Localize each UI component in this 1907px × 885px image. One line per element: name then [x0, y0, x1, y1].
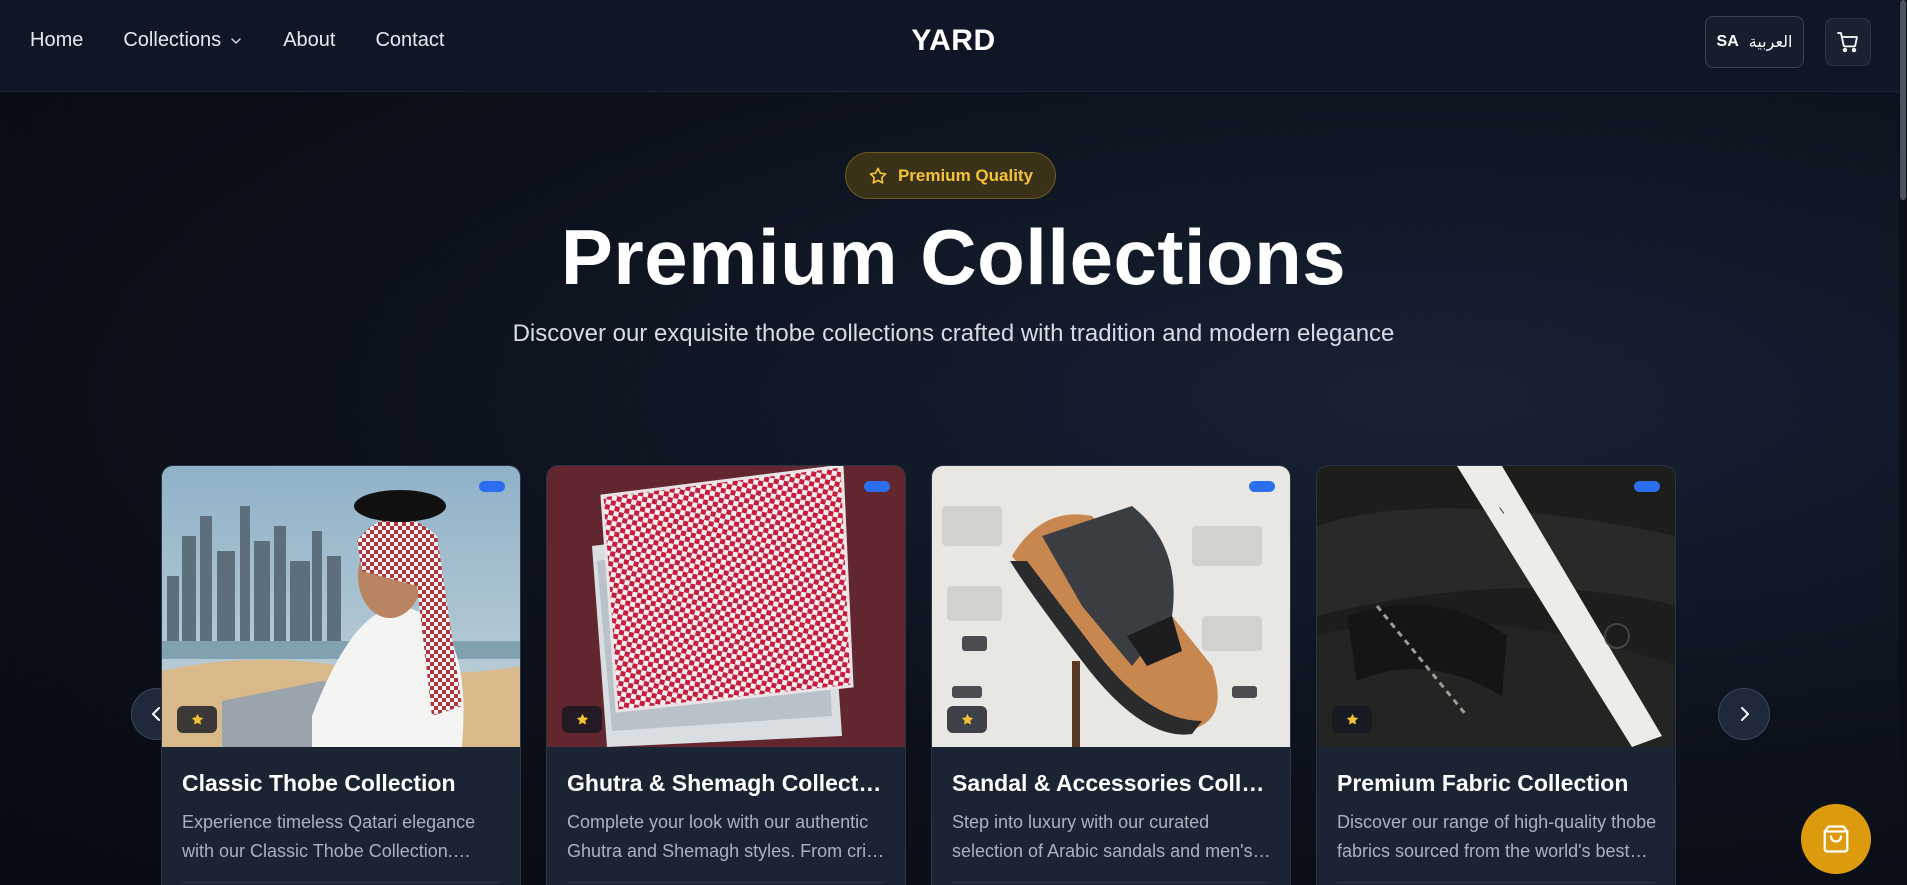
card-status-pill: [864, 481, 890, 492]
card-title: Sandal & Accessories Collection: [952, 770, 1272, 796]
nav-home-label: Home: [30, 29, 84, 51]
main-nav: Home Collections About Contact: [30, 29, 484, 52]
nav-contact-label: Contact: [375, 29, 445, 51]
card-image-thobe: [162, 466, 520, 747]
card-description: Discover our range of high-quality thobe…: [1337, 812, 1657, 861]
card-image-sandal: [932, 466, 1290, 747]
card-title: Classic Thobe Collection: [182, 770, 456, 796]
card-description: Complete your look with our authentic Gh…: [567, 812, 886, 861]
collection-card[interactable]: Classic Thobe Collection Experience time…: [161, 465, 521, 885]
card-description: Step into luxury with our curated select…: [952, 812, 1253, 861]
card-title: Ghutra & Shemagh Collection: [567, 770, 887, 796]
site-header: Home Collections About Contact YARD SA ا…: [0, 0, 1907, 92]
card-divider: [567, 882, 885, 883]
card-divider: [1337, 882, 1655, 883]
chevron-down-icon: [231, 37, 241, 44]
star-icon: [1346, 713, 1358, 725]
nav-home[interactable]: Home: [30, 29, 83, 52]
nav-collections[interactable]: Collections: [123, 29, 243, 52]
nav-contact[interactable]: Contact: [375, 29, 444, 52]
star-outline-icon: [869, 167, 887, 184]
featured-badge: [1332, 706, 1372, 733]
card-divider: [182, 882, 500, 883]
card-image-shemagh: [547, 466, 905, 747]
collection-card[interactable]: Ghutra & Shemagh Collection Complete you…: [546, 465, 906, 885]
cart-button[interactable]: [1825, 18, 1871, 66]
page-title: Premium Collections: [560, 213, 1347, 301]
chevron-right-icon: [1741, 707, 1749, 721]
card-title: Premium Fabric Collection: [1337, 770, 1629, 796]
premium-quality-badge: Premium Quality: [845, 152, 1056, 199]
shopping-bag-icon: [1823, 825, 1849, 853]
star-icon: [191, 713, 203, 725]
star-icon: [576, 713, 588, 725]
language-toggle-button[interactable]: SA العربية: [1705, 16, 1804, 68]
nav-about[interactable]: About: [283, 29, 335, 52]
scrollbar-thumb[interactable]: [1900, 0, 1906, 200]
language-code: SA: [1716, 33, 1739, 50]
card-image-fabric: _: [1317, 466, 1675, 747]
language-label: العربية: [1748, 34, 1793, 51]
collection-card[interactable]: _ Premium Fabric Collection Discover our…: [1316, 465, 1676, 885]
featured-badge: [562, 706, 602, 733]
collection-card[interactable]: Sandal & Accessories Collection Step int…: [931, 465, 1291, 885]
card-status-pill: [479, 481, 505, 492]
featured-badge: [177, 706, 217, 733]
nav-collections-label: Collections: [123, 29, 222, 51]
carousel-next-button[interactable]: [1718, 688, 1770, 740]
card-divider: [952, 882, 1270, 883]
star-icon: [961, 713, 973, 725]
card-status-pill: [1249, 481, 1275, 492]
card-status-pill: [1634, 481, 1660, 492]
page-subtitle: Discover our exquisite thobe collections…: [512, 320, 1395, 347]
badge-label: Premium Quality: [897, 165, 1034, 185]
card-description: Experience timeless Qatari elegance with…: [182, 812, 476, 861]
nav-about-label: About: [283, 29, 336, 51]
floating-bag-button[interactable]: [1801, 804, 1871, 874]
cart-icon: [1837, 32, 1858, 53]
page-scrollbar[interactable]: [1899, 0, 1907, 885]
featured-badge: [947, 706, 987, 733]
